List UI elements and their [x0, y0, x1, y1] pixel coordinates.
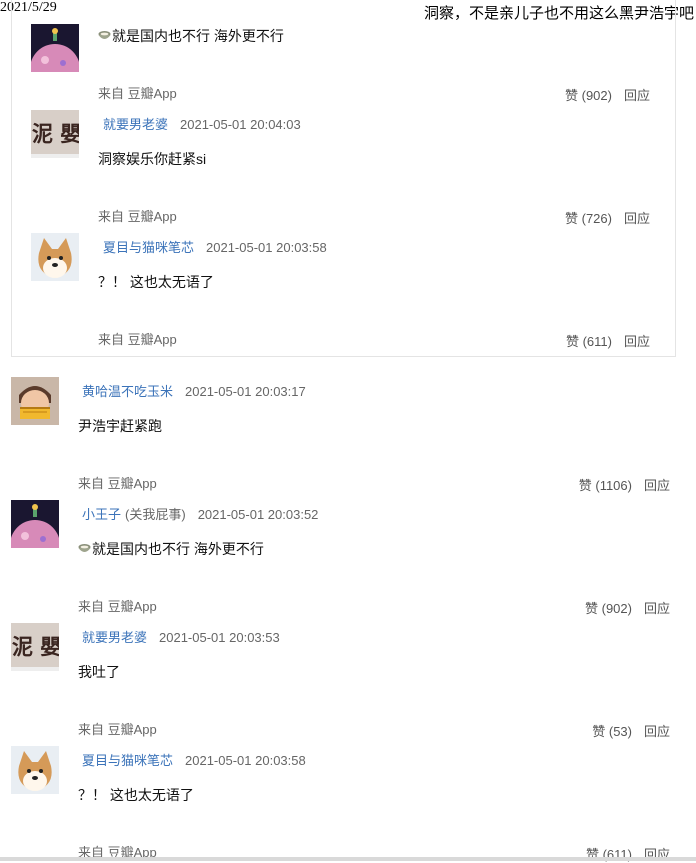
comment-source: 来自 豆瓣App	[78, 476, 157, 491]
author-link[interactable]: 夏目与猫咪笔芯	[82, 753, 173, 768]
comment-actions: 赞 (1106) 回应	[579, 475, 670, 494]
comment-source: 来自 豆瓣App	[98, 332, 177, 347]
comment-text: 就是国内也不行 海外更不行	[112, 28, 284, 44]
comment-time: 2021-05-01 20:03:17	[185, 384, 306, 399]
comment-text: ？！ 这也太无语了	[98, 274, 214, 290]
reply-button[interactable]: 回应	[644, 601, 670, 616]
comment-time: 2021-05-01 20:03:53	[159, 630, 280, 645]
comment-meta: 小王子 (关我屁事) 2021-05-01 20:03:52	[82, 504, 318, 523]
comment-source: 来自 豆瓣App	[98, 209, 177, 224]
comment-actions: 赞 (902) 回应	[585, 598, 670, 617]
bowl-emoji	[98, 31, 111, 39]
comment-actions: 赞 (726) 回应	[565, 208, 650, 227]
bowl-emoji	[78, 544, 91, 552]
comment-actions: 赞 (53) 回应	[592, 721, 670, 740]
author-link[interactable]: 小王子	[82, 507, 121, 522]
author-link[interactable]: 就要男老婆	[82, 630, 147, 645]
comment-meta: 夏目与猫咪笔芯 2021-05-01 20:03:58	[103, 237, 327, 256]
comment-content: ？！ 这也太无语了	[98, 272, 214, 292]
comment-time: 2021-05-01 20:03:52	[197, 507, 319, 522]
comment-content: 就是国内也不行 海外更不行	[78, 539, 264, 559]
comment-source: 来自 豆瓣App	[98, 86, 177, 101]
reply-button[interactable]: 回应	[624, 88, 650, 103]
comment-content: 尹浩宇赶紧跑	[78, 416, 162, 436]
comment-source: 来自 豆瓣App	[78, 722, 157, 737]
comment-text: 洞察娱乐你赶紧si	[98, 151, 207, 167]
pink-planet-avatar[interactable]	[31, 24, 79, 72]
comment-content: ？！ 这也太无语了	[78, 785, 194, 805]
comment-text: 我吐了	[78, 664, 120, 680]
comment-content: 洞察娱乐你赶紧si	[98, 149, 206, 169]
reply-button[interactable]: 回应	[624, 211, 650, 226]
comment-source: 来自 豆瓣App	[78, 599, 157, 614]
author-link[interactable]: 黄哈温不吃玉米	[82, 384, 173, 399]
comment-meta: 就要男老婆 2021-05-01 20:03:53	[82, 627, 280, 646]
comment-actions: 赞 (902) 回应	[565, 85, 650, 104]
reply-button[interactable]: 回应	[644, 724, 670, 739]
reply-button[interactable]: 回应	[644, 478, 670, 493]
like-button[interactable]: 赞 (1106)	[579, 478, 632, 493]
like-button[interactable]: 赞 (53)	[592, 724, 632, 739]
comment-meta: 黄哈温不吃玉米 2021-05-01 20:03:17	[82, 381, 306, 400]
comment-actions: 赞 (611) 回应	[566, 331, 650, 350]
like-button[interactable]: 赞 (902)	[565, 88, 612, 103]
comment-text: 就是国内也不行 海外更不行	[92, 541, 264, 557]
author-link[interactable]: 夏目与猫咪笔芯	[103, 240, 194, 255]
text-avatar[interactable]: 泥 嬰	[31, 110, 79, 158]
pink-planet-avatar[interactable]	[11, 500, 59, 548]
comment-time: 2021-05-01 20:03:58	[185, 753, 306, 768]
dog-avatar[interactable]	[11, 746, 59, 794]
comment-text: ？！ 这也太无语了	[78, 787, 194, 803]
dog-avatar[interactable]	[31, 233, 79, 281]
like-button[interactable]: 赞 (611)	[566, 334, 612, 349]
like-button[interactable]: 赞 (726)	[565, 211, 612, 226]
comment-time: 2021-05-01 20:03:58	[206, 240, 327, 255]
comment-meta: 就要男老婆 2021-05-01 20:04:03	[103, 114, 301, 133]
comment-time: 2021-05-01 20:04:03	[180, 117, 301, 132]
author-tag: (关我屁事)	[125, 507, 186, 522]
like-button[interactable]: 赞 (902)	[585, 601, 632, 616]
avatar-text: 泥 嬰	[32, 121, 79, 146]
nested-reply-box	[11, 0, 676, 357]
comment-content: 就是国内也不行 海外更不行	[98, 26, 284, 46]
comment-text: 尹浩宇赶紧跑	[78, 418, 162, 434]
text-avatar[interactable]: 泥 嬰	[11, 623, 59, 671]
reply-button[interactable]: 回应	[624, 334, 650, 349]
child-avatar[interactable]	[11, 377, 59, 425]
page-bottom-divider	[0, 857, 696, 861]
comment-meta: 夏目与猫咪笔芯 2021-05-01 20:03:58	[82, 750, 306, 769]
comment-content: 我吐了	[78, 662, 120, 682]
author-link[interactable]: 就要男老婆	[103, 117, 168, 132]
avatar-text: 泥 嬰	[12, 634, 59, 659]
